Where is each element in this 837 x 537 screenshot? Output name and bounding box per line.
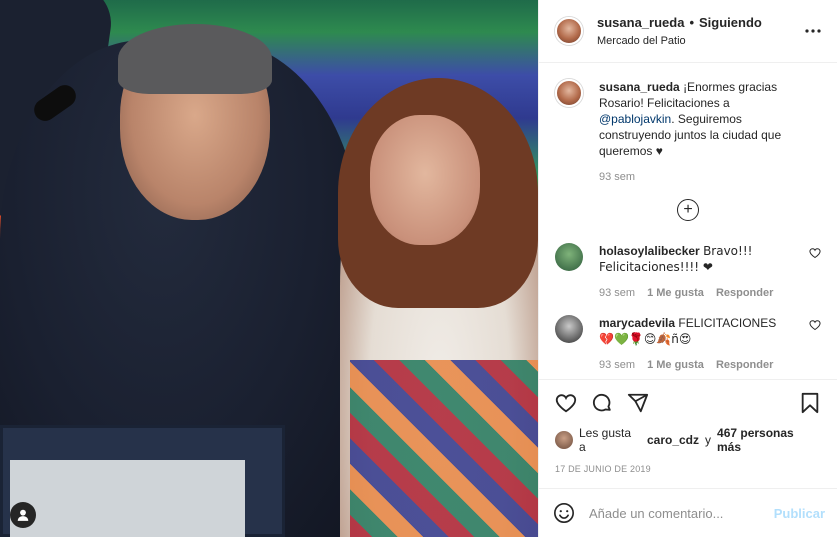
comment-item: marycadevila FELICITACIONES 💔💚🌹😊🍂ñ😍 93 s… bbox=[555, 315, 821, 373]
comment-icon bbox=[592, 393, 611, 412]
commenter-avatar[interactable] bbox=[555, 243, 583, 271]
photo-man-hair bbox=[118, 24, 272, 94]
caption-meta: 93 sem bbox=[599, 169, 803, 185]
post-actions: Les gusta a caro_cdz y 467 personas más … bbox=[539, 379, 837, 474]
comment-likes-link[interactable]: 1 Me gusta bbox=[647, 285, 704, 301]
caption-body: susana_rueda ¡Enormes gracias Rosario! F… bbox=[599, 79, 821, 185]
author-row: susana_rueda • Siguiendo bbox=[597, 15, 803, 30]
comment-body: holasoylalibecker Bravo!!! Felicitacione… bbox=[599, 243, 821, 301]
photo-podium-screen bbox=[10, 460, 245, 537]
author-username[interactable]: susana_rueda bbox=[597, 15, 684, 30]
comment-reply-button[interactable]: Responder bbox=[716, 357, 773, 373]
post-date[interactable]: 17 DE JUNIO DE 2019 bbox=[555, 464, 821, 474]
photo-scarf bbox=[350, 360, 538, 537]
comment-meta: 93 sem 1 Me gusta Responder bbox=[599, 285, 803, 301]
comment-meta: 93 sem 1 Me gusta Responder bbox=[599, 357, 803, 373]
smile-icon[interactable] bbox=[553, 502, 575, 524]
photo-woman-face bbox=[370, 115, 480, 245]
caption-avatar[interactable] bbox=[555, 79, 583, 107]
bookmark-icon bbox=[801, 392, 819, 414]
publish-button[interactable]: Publicar bbox=[774, 506, 825, 521]
follow-status-button[interactable]: Siguiendo bbox=[699, 15, 762, 30]
load-more: + bbox=[555, 199, 821, 221]
comment-body: marycadevila FELICITACIONES 💔💚🌹😊🍂ñ😍 93 s… bbox=[599, 315, 821, 373]
comment-time[interactable]: 93 sem bbox=[599, 357, 635, 373]
comment-reply-button[interactable]: Responder bbox=[716, 285, 773, 301]
comment-username[interactable]: holasoylalibecker bbox=[599, 244, 700, 258]
post-location[interactable]: Mercado del Patio bbox=[597, 35, 803, 47]
comment-input[interactable] bbox=[589, 505, 774, 521]
share-icon bbox=[627, 393, 649, 413]
caption: susana_rueda ¡Enormes gracias Rosario! F… bbox=[555, 79, 821, 185]
likes-summary: Les gusta a caro_cdz y 467 personas más bbox=[555, 426, 821, 454]
comment-like-heart-icon[interactable] bbox=[809, 247, 821, 259]
post-modal: susana_rueda • Siguiendo Mercado del Pat… bbox=[0, 0, 837, 537]
post-photo[interactable] bbox=[0, 0, 538, 537]
liker-username[interactable]: caro_cdz bbox=[647, 433, 699, 447]
load-more-button[interactable]: + bbox=[677, 199, 699, 221]
share-button[interactable] bbox=[627, 392, 649, 414]
separator-dot: • bbox=[689, 15, 694, 30]
author-meta: susana_rueda • Siguiendo Mercado del Pat… bbox=[597, 15, 803, 47]
comment-item: holasoylalibecker Bravo!!! Felicitacione… bbox=[555, 243, 821, 301]
comment-button[interactable] bbox=[591, 392, 613, 414]
commenter-avatar[interactable] bbox=[555, 315, 583, 343]
caption-time[interactable]: 93 sem bbox=[599, 169, 635, 185]
comment-text: FELICITACIONES bbox=[678, 316, 777, 330]
user-tag-button[interactable] bbox=[10, 502, 36, 528]
save-button[interactable] bbox=[799, 392, 821, 414]
likes-conjunction: y bbox=[705, 433, 712, 447]
liker-avatar[interactable] bbox=[555, 431, 573, 449]
comment-username[interactable]: marycadevila bbox=[599, 316, 675, 330]
like-button[interactable] bbox=[555, 392, 577, 414]
heart-icon bbox=[555, 394, 577, 413]
comment-like-heart-icon[interactable] bbox=[809, 319, 821, 331]
action-icons bbox=[555, 390, 821, 416]
user-tag-icon bbox=[17, 509, 29, 521]
likes-others-link[interactable]: 467 personas más bbox=[717, 426, 821, 454]
post-sidebar: susana_rueda • Siguiendo Mercado del Pat… bbox=[538, 0, 837, 537]
author-avatar[interactable] bbox=[555, 17, 583, 45]
more-icon bbox=[805, 29, 821, 33]
post-header: susana_rueda • Siguiendo Mercado del Pat… bbox=[539, 0, 837, 63]
comment-emojis: 💔💚🌹😊🍂ñ😍 bbox=[599, 332, 692, 346]
caption-mention-link[interactable]: @pablojavkin bbox=[599, 112, 671, 126]
more-options-button[interactable] bbox=[803, 21, 823, 41]
comment-time[interactable]: 93 sem bbox=[599, 285, 635, 301]
comments-list[interactable]: susana_rueda ¡Enormes gracias Rosario! F… bbox=[539, 63, 837, 379]
caption-username[interactable]: susana_rueda bbox=[599, 80, 680, 94]
comment-likes-link[interactable]: 1 Me gusta bbox=[647, 357, 704, 373]
likes-prefix: Les gusta a bbox=[578, 426, 632, 454]
add-comment-bar: Publicar bbox=[539, 488, 837, 537]
